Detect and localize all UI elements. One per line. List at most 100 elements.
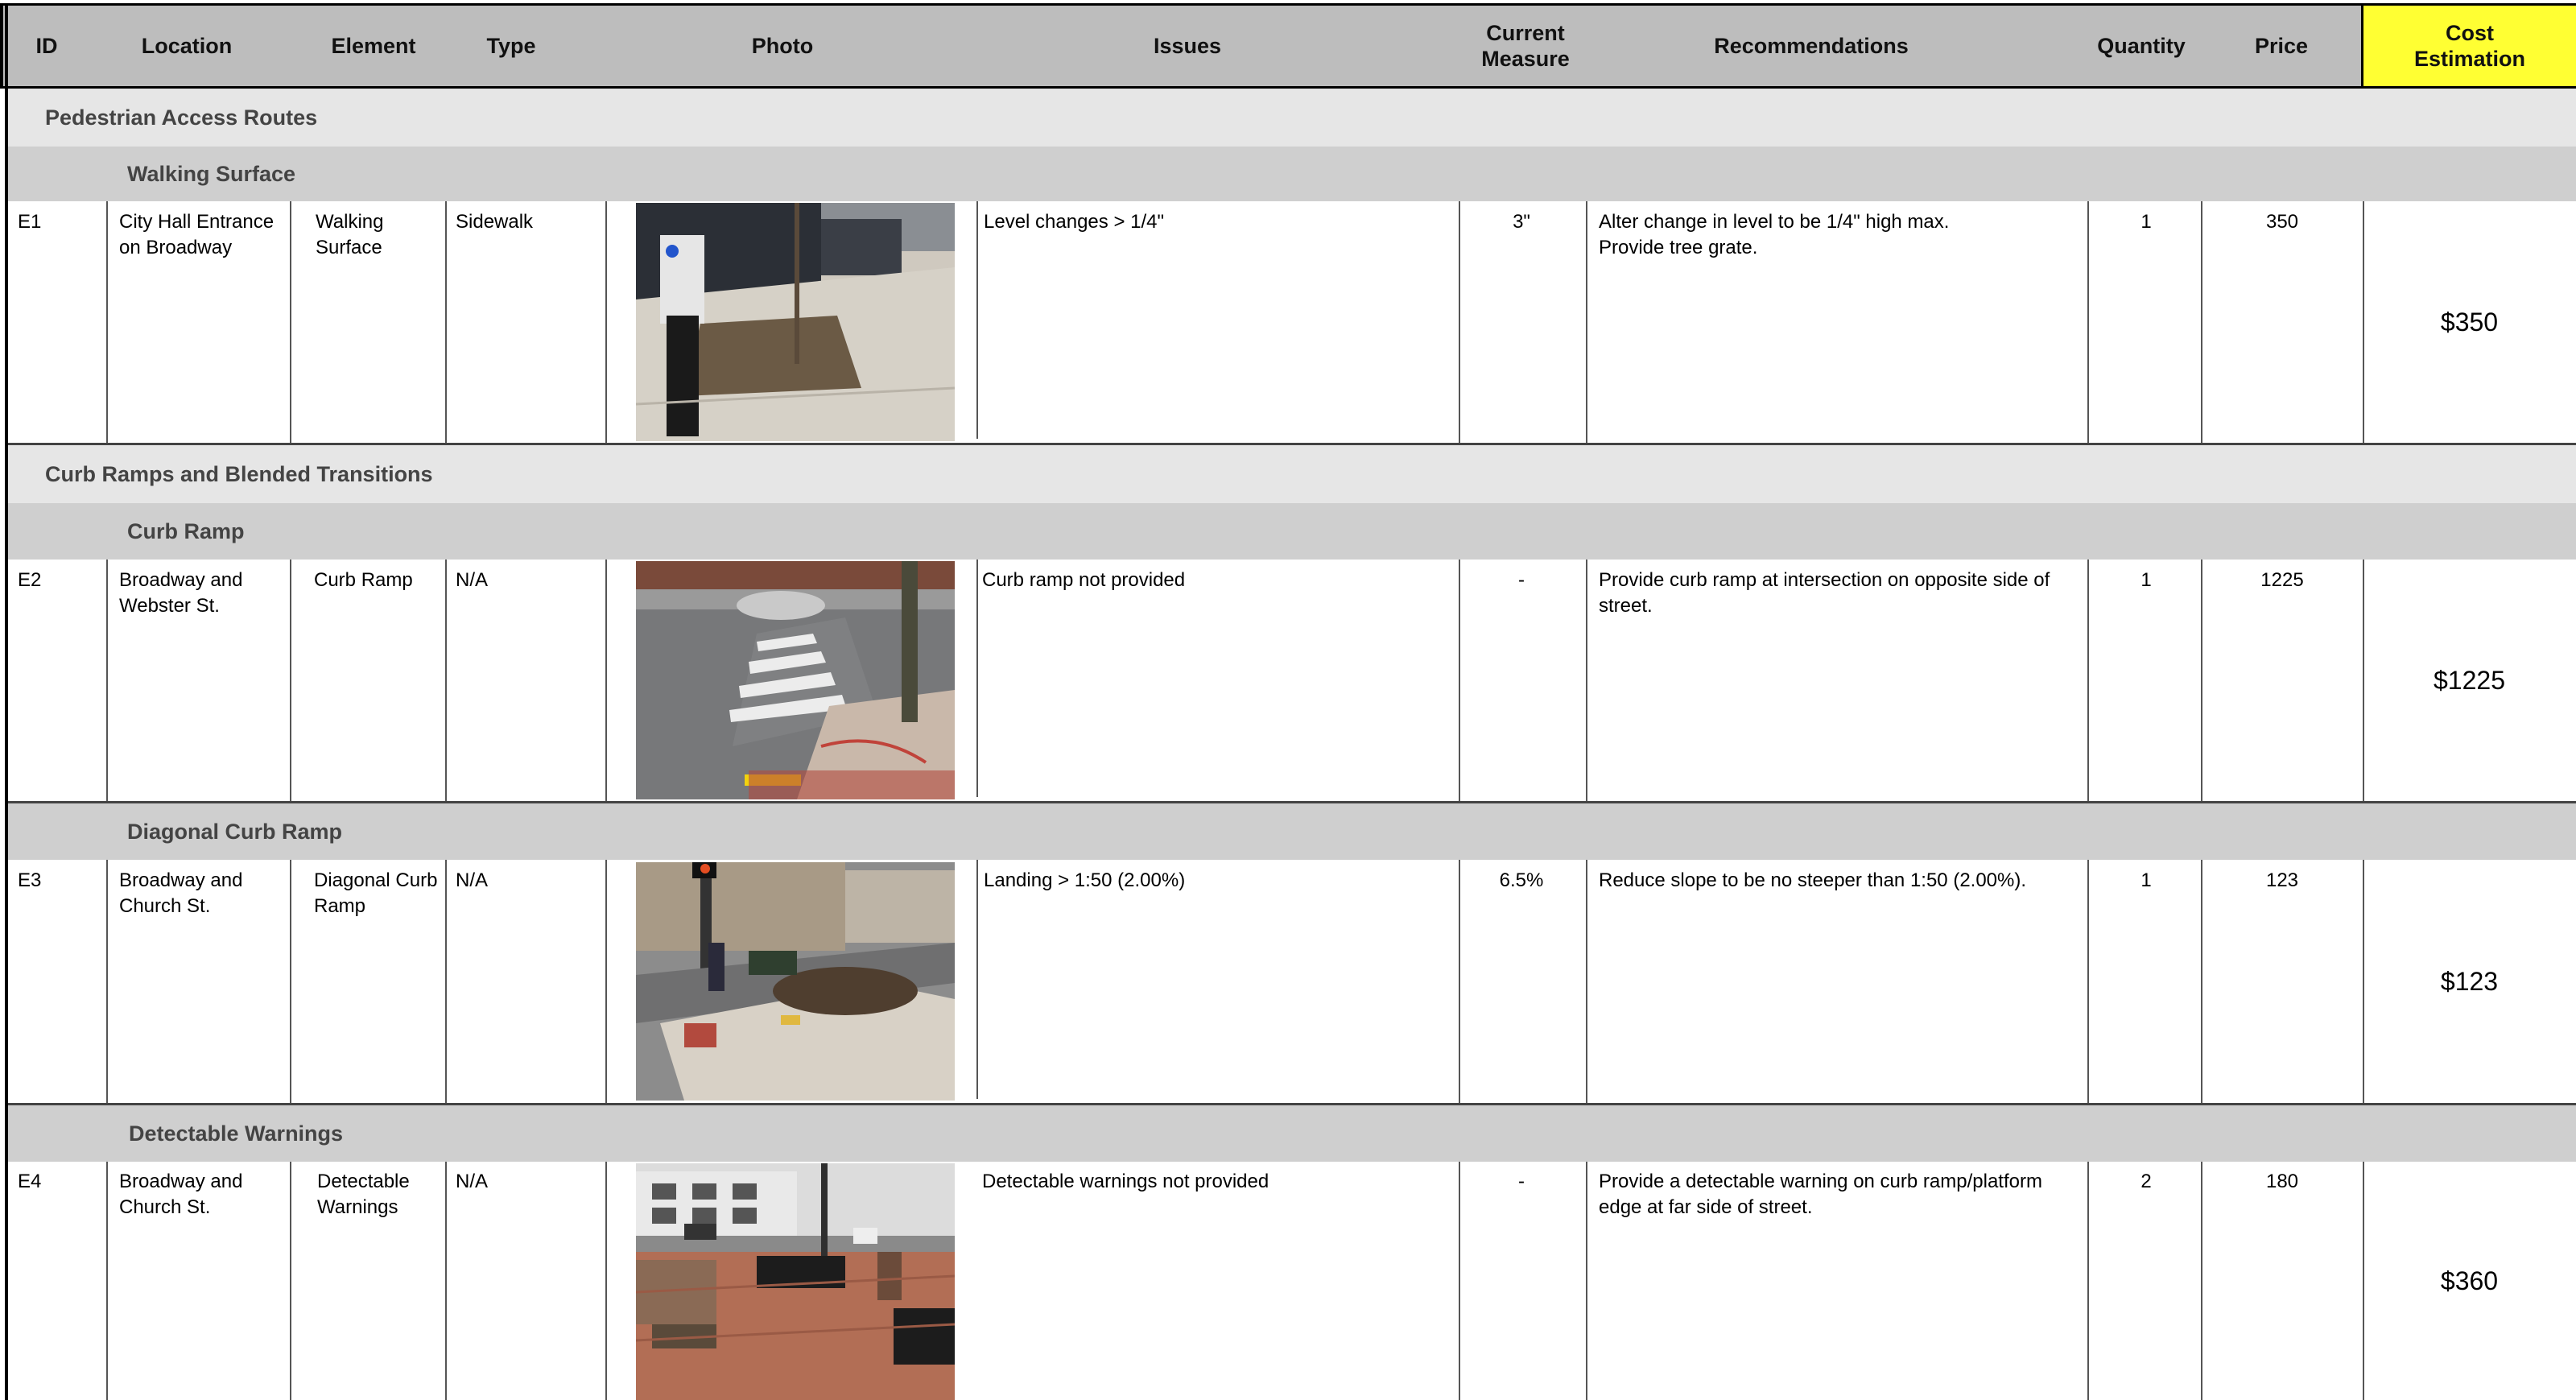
cell-issues: Detectable warnings not provided xyxy=(982,1171,1269,1192)
subsection-title: Detectable Warnings xyxy=(129,1121,344,1146)
column-divider xyxy=(1586,201,1587,443)
header-issues: Issues xyxy=(1153,33,1222,58)
cell-element: Walking Surface xyxy=(316,211,384,259)
cell-issues: Curb ramp not provided xyxy=(982,569,1186,591)
cell-cost-estimation: $350 xyxy=(2440,307,2499,337)
column-divider xyxy=(106,201,108,443)
table-row-e2 xyxy=(6,560,2576,801)
cell-current-measure: - xyxy=(1518,569,1525,591)
cell-element: Diagonal Curb Ramp xyxy=(314,869,438,918)
subsection-diagonal-curb-ramp: Diagonal Curb Ramp xyxy=(6,803,2576,860)
header-cost-estimation: Cost Estimation xyxy=(2361,6,2576,86)
section-title: Pedestrian Access Routes xyxy=(45,105,318,130)
column-divider xyxy=(106,560,108,801)
header-quantity: Quantity xyxy=(2097,33,2186,58)
cost-estimation-sheet: ID Location Element Type Photo Issues Cu… xyxy=(0,0,2576,1400)
column-divider xyxy=(290,560,291,801)
subsection-detectable-warnings: Detectable Warnings xyxy=(6,1105,2576,1162)
cell-recommendations: Provide curb ramp at intersection on opp… xyxy=(1599,569,2050,617)
column-divider xyxy=(2363,201,2364,443)
column-divider xyxy=(290,201,291,443)
cell-cost-estimation: $1225 xyxy=(2434,665,2505,695)
cell-id: E1 xyxy=(18,211,42,233)
cell-id: E3 xyxy=(18,869,42,891)
column-divider xyxy=(605,860,607,1103)
column-divider xyxy=(1459,1162,1460,1400)
column-divider xyxy=(2201,560,2202,801)
column-divider xyxy=(605,201,607,443)
cell-price: 1225 xyxy=(2260,569,2304,591)
column-divider xyxy=(1459,201,1460,443)
cell-current-measure: 3" xyxy=(1513,211,1530,233)
column-divider xyxy=(1586,560,1587,801)
column-divider xyxy=(976,560,978,797)
section-title: Curb Ramps and Blended Transitions xyxy=(45,461,433,486)
header-type: Type xyxy=(486,33,536,58)
cell-type: Sidewalk xyxy=(456,211,534,233)
column-divider xyxy=(2087,560,2089,801)
cell-recommendations: Alter change in level to be 1/4" high ma… xyxy=(1599,211,1950,259)
subsection-title: Diagonal Curb Ramp xyxy=(127,819,343,844)
cell-recommendations: Provide a detectable warning on curb ram… xyxy=(1599,1171,2042,1219)
header-recommendations: Recommendations xyxy=(1714,33,1909,58)
section-pedestrian-access-routes: Pedestrian Access Routes xyxy=(6,89,2576,147)
subsection-title: Curb Ramp xyxy=(127,518,245,543)
cell-issues: Level changes > 1/4" xyxy=(984,211,1165,233)
column-divider xyxy=(2363,1162,2364,1400)
cell-price: 123 xyxy=(2265,869,2299,891)
photo-brick-plaza-bench xyxy=(636,1163,955,1400)
header-photo: Photo xyxy=(751,33,814,58)
subsection-curb-ramp: Curb Ramp xyxy=(6,503,2576,560)
cell-quantity: 2 xyxy=(2140,1171,2152,1192)
column-divider xyxy=(106,860,108,1103)
column-divider xyxy=(976,860,978,1099)
cell-cost-estimation: $360 xyxy=(2440,1266,2499,1295)
sheet-left-border xyxy=(5,3,8,1400)
subsection-walking-surface: Walking Surface xyxy=(6,147,2576,201)
column-divider xyxy=(2363,860,2364,1103)
diagonal-curb-ramp-photo-icon xyxy=(636,862,955,1101)
cell-type: N/A xyxy=(456,569,489,591)
header-bottom-line xyxy=(5,86,2576,89)
cell-type: N/A xyxy=(456,869,489,891)
cell-price: 350 xyxy=(2265,211,2299,233)
cell-element: Detectable Warnings xyxy=(317,1171,410,1219)
column-divider xyxy=(605,1162,607,1400)
cell-location: Broadway and Church St. xyxy=(119,869,243,918)
sidewalk-parking-meter-photo-icon xyxy=(636,203,955,441)
header-price: Price xyxy=(2254,33,2309,58)
cell-element: Curb Ramp xyxy=(314,569,413,591)
column-divider xyxy=(445,560,447,801)
column-divider xyxy=(1586,1162,1587,1400)
crosswalk-corner-photo-icon xyxy=(636,561,955,799)
photo-crosswalk-corner xyxy=(636,561,955,799)
cell-location: City Hall Entrance on Broadway xyxy=(119,211,275,259)
column-divider xyxy=(445,201,447,443)
cell-current-measure: 6.5% xyxy=(1499,869,1544,891)
column-divider xyxy=(106,1162,108,1400)
column-divider xyxy=(1459,860,1460,1103)
cell-recommendations: Reduce slope to be no steeper than 1:50 … xyxy=(1599,869,2027,891)
column-divider xyxy=(2201,201,2202,443)
cell-id: E4 xyxy=(18,1171,42,1192)
header-location: Location xyxy=(141,33,233,58)
column-divider xyxy=(445,1162,447,1400)
cell-price: 180 xyxy=(2265,1171,2299,1192)
cell-issues: Landing > 1:50 (2.00%) xyxy=(984,869,1186,891)
section-curb-ramps: Curb Ramps and Blended Transitions xyxy=(6,445,2576,503)
subsection-title: Walking Surface xyxy=(127,161,296,186)
cell-type: N/A xyxy=(456,1171,489,1192)
column-divider xyxy=(2201,1162,2202,1400)
cell-location: Broadway and Webster St. xyxy=(119,569,243,617)
cell-id: E2 xyxy=(18,569,42,591)
column-divider xyxy=(605,560,607,801)
column-divider xyxy=(2363,560,2364,801)
column-divider xyxy=(1586,860,1587,1103)
column-divider xyxy=(2087,201,2089,443)
header-element: Element xyxy=(331,33,416,58)
column-divider xyxy=(2201,860,2202,1103)
column-divider xyxy=(2087,1162,2089,1400)
header-id: ID xyxy=(35,33,58,58)
cell-quantity: 1 xyxy=(2140,569,2152,591)
brick-plaza-bench-photo-icon xyxy=(636,1163,955,1400)
